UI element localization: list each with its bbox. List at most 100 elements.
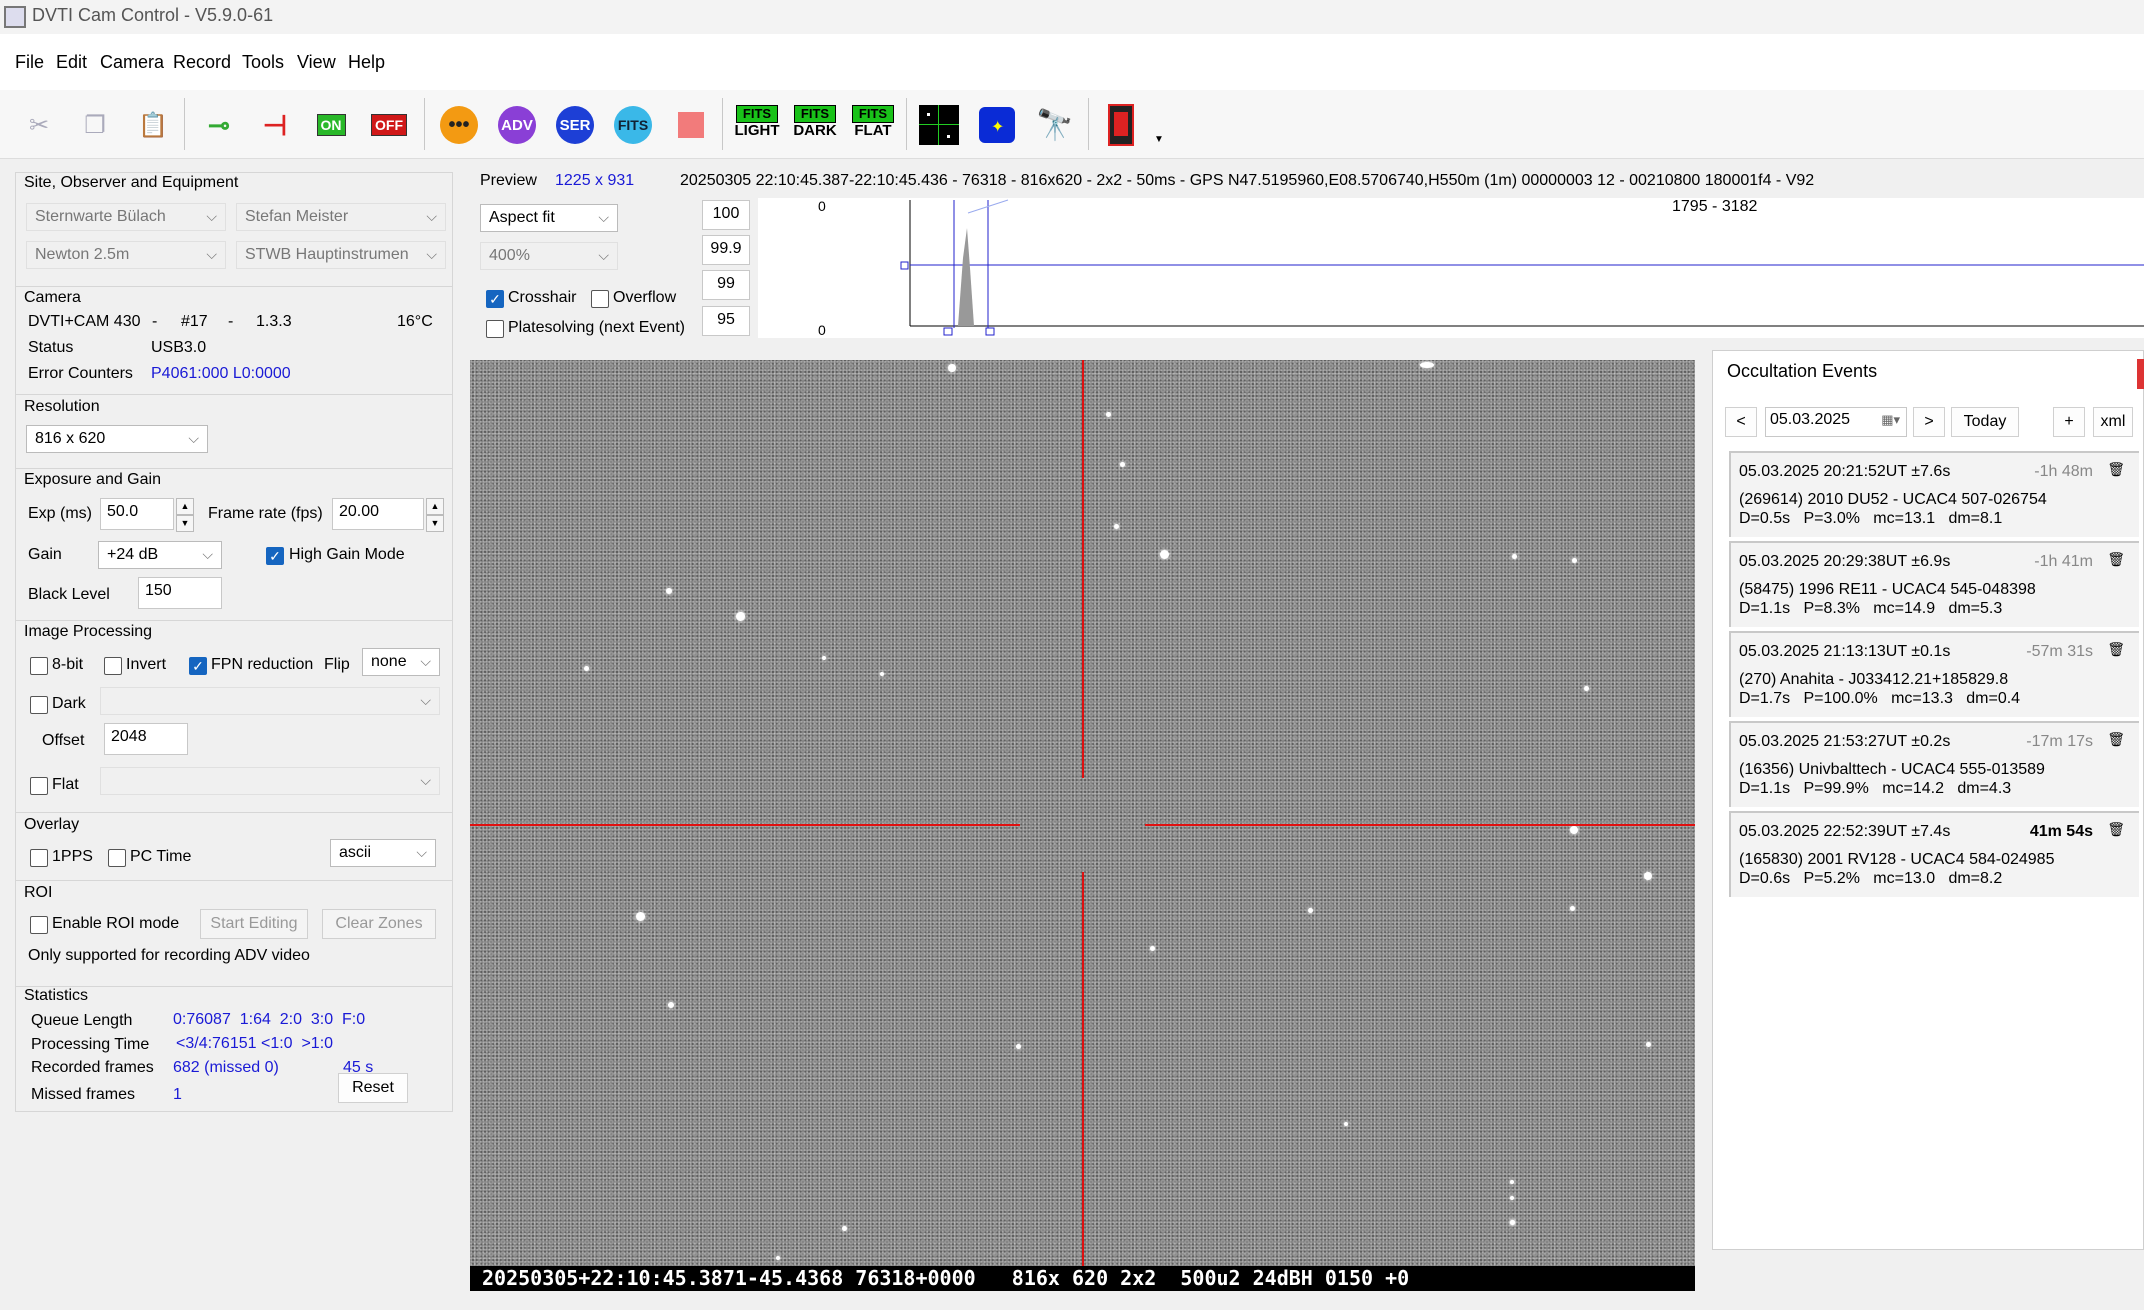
add-event-button[interactable]: + xyxy=(2053,407,2085,437)
star xyxy=(584,666,589,671)
high-gain-checkbox[interactable]: ✓ xyxy=(266,547,284,565)
camera-group: Camera DVTI+CAM 430 - #17 - 1.3.3 16°C S… xyxy=(15,286,453,396)
event-item[interactable]: 05.03.2025 21:53:27UT ±0.2s -17m 17s 🗑 (… xyxy=(1729,721,2139,807)
fit-mode-select[interactable]: Aspect fit ⌵ xyxy=(480,204,618,232)
gps-device-icon[interactable] xyxy=(1098,102,1144,148)
disconnect-plug-icon[interactable]: ⊣ xyxy=(252,102,298,148)
star xyxy=(666,588,672,594)
record-ser-icon[interactable]: SER xyxy=(552,102,598,148)
fpn-checkbox[interactable]: ✓ xyxy=(189,657,207,675)
trash-icon[interactable]: 🗑 xyxy=(2107,821,2125,838)
camera-on-icon[interactable]: ON xyxy=(308,102,354,148)
stepper-down-icon[interactable]: ▼ xyxy=(176,515,194,532)
paste-icon[interactable]: 📋 xyxy=(130,102,176,148)
platesolve-icon[interactable]: ✦ xyxy=(974,102,1020,148)
8bit-checkbox[interactable] xyxy=(30,657,48,675)
enable-roi-checkbox[interactable] xyxy=(30,916,48,934)
clear-zones-button[interactable]: Clear Zones xyxy=(322,909,436,939)
stepper-up-icon[interactable]: ▲ xyxy=(426,498,444,515)
record-fits-icon[interactable]: FITS xyxy=(610,102,656,148)
fps-input[interactable]: 20.00 xyxy=(332,498,424,530)
black-level-input[interactable]: 150 xyxy=(138,577,222,609)
pctime-checkbox[interactable] xyxy=(108,849,126,867)
gain-select[interactable]: +24 dB ⌵ xyxy=(98,541,222,569)
menu-help[interactable]: Help xyxy=(348,52,385,73)
event-item[interactable]: 05.03.2025 20:29:38UT ±6.9s -1h 41m 🗑 (5… xyxy=(1729,541,2139,627)
flat-file-select[interactable]: ⌵ xyxy=(100,767,440,795)
menu-edit[interactable]: Edit xyxy=(56,52,87,73)
trash-icon[interactable]: 🗑 xyxy=(2107,641,2125,658)
trash-icon[interactable]: 🗑 xyxy=(2107,461,2125,478)
window-title: DVTI Cam Control - V5.9.0-61 xyxy=(32,5,274,25)
stepper-up-icon[interactable]: ▲ xyxy=(176,498,194,515)
trash-icon[interactable]: 🗑 xyxy=(2107,551,2125,568)
stepper-down-icon[interactable]: ▼ xyxy=(426,515,444,532)
camera-number: #17 xyxy=(181,313,208,330)
star xyxy=(1120,462,1125,467)
star xyxy=(1510,1196,1514,1200)
histogram[interactable]: 0 0 1795 - 3182 xyxy=(758,198,2144,338)
trash-icon[interactable]: 🗑 xyxy=(2107,731,2125,748)
event-parameters: D=1.7s P=100.0% mc=13.3 dm=0.4 xyxy=(1739,690,2021,707)
previous-day-button[interactable]: < xyxy=(1725,407,1757,437)
fps-stepper[interactable]: ▲ ▼ xyxy=(426,498,444,532)
fits-flat-icon[interactable]: FITS FLAT xyxy=(850,102,896,148)
fits-light-icon[interactable]: FITS LIGHT xyxy=(734,102,780,148)
menu-record[interactable]: Record xyxy=(173,52,231,73)
panel-close-indicator[interactable] xyxy=(2137,359,2144,389)
start-editing-button[interactable]: Start Editing xyxy=(200,909,308,939)
flat-checkbox[interactable] xyxy=(30,777,48,795)
telescope-icon[interactable]: 🔭 xyxy=(1032,102,1078,148)
menu-camera[interactable]: Camera xyxy=(100,52,164,73)
stop-icon[interactable] xyxy=(668,102,714,148)
invert-checkbox[interactable] xyxy=(104,657,122,675)
observer-select[interactable]: Stefan Meister ⌵ xyxy=(236,203,446,231)
starfield-grid-icon[interactable] xyxy=(916,102,962,148)
fits-dark-icon[interactable]: FITS DARK xyxy=(792,102,838,148)
record-adv-icon[interactable]: ADV xyxy=(494,102,540,148)
site-select[interactable]: Sternwarte Bülach ⌵ xyxy=(26,203,226,231)
fits-light-label: LIGHT xyxy=(734,122,780,139)
calendar-icon[interactable]: ▦▾ xyxy=(1881,412,1900,428)
overlay-mode-select[interactable]: ascii ⌵ xyxy=(330,839,436,867)
connect-plug-icon[interactable]: ⊸ xyxy=(196,102,242,148)
exp-input[interactable]: 50.0 xyxy=(100,498,174,530)
menu-tools[interactable]: Tools xyxy=(242,52,284,73)
date-picker[interactable]: 05.03.2025 ▦▾ xyxy=(1765,407,1907,437)
crosshair-checkbox[interactable]: ✓ xyxy=(486,290,504,308)
zoom-select[interactable]: 400% ⌵ xyxy=(480,242,618,270)
exp-stepper[interactable]: ▲ ▼ xyxy=(176,498,194,532)
offset-input[interactable]: 2048 xyxy=(104,723,188,755)
chevron-down-icon: ⌵ xyxy=(426,208,437,224)
platesolving-checkbox[interactable] xyxy=(486,320,504,338)
chevron-down-icon: ⌵ xyxy=(188,430,199,446)
resolution-select[interactable]: 816 x 620 ⌵ xyxy=(26,425,208,453)
1pps-checkbox[interactable] xyxy=(30,849,48,867)
instrument-select[interactable]: STWB Hauptinstrumen ⌵ xyxy=(236,241,446,269)
reset-button[interactable]: Reset xyxy=(338,1073,408,1103)
overflow-checkbox[interactable] xyxy=(591,290,609,308)
event-item[interactable]: 05.03.2025 20:21:52UT ±7.6s -1h 48m 🗑 (2… xyxy=(1729,451,2139,537)
today-button[interactable]: Today xyxy=(1951,407,2019,437)
level-value-2[interactable]: 99.9 xyxy=(702,235,750,265)
record-dots-icon[interactable]: ••• xyxy=(436,102,482,148)
toolbar-overflow-icon[interactable]: ▼ xyxy=(1154,134,1164,145)
level-value-3[interactable]: 99 xyxy=(702,270,750,300)
telescope-select[interactable]: Newton 2.5m ⌵ xyxy=(26,241,226,269)
menu-view[interactable]: View xyxy=(297,52,336,73)
event-item[interactable]: 05.03.2025 22:52:39UT ±7.4s 41m 54s 🗑 (1… xyxy=(1729,811,2139,897)
event-item[interactable]: 05.03.2025 21:13:13UT ±0.1s -57m 31s 🗑 (… xyxy=(1729,631,2139,717)
level-value-4[interactable]: 95 xyxy=(702,306,750,336)
cut-icon[interactable]: ✂ xyxy=(16,102,62,148)
dark-file-select[interactable]: ⌵ xyxy=(100,687,440,715)
copy-icon[interactable]: ❐ xyxy=(72,102,118,148)
dark-checkbox[interactable] xyxy=(30,696,48,714)
menu-file[interactable]: File xyxy=(15,52,44,73)
next-day-button[interactable]: > xyxy=(1913,407,1945,437)
occultation-title: Occultation Events xyxy=(1727,361,1878,381)
camera-off-icon[interactable]: OFF xyxy=(366,102,412,148)
xml-button[interactable]: xml xyxy=(2093,407,2133,437)
camera-preview-image[interactable] xyxy=(470,360,1695,1291)
level-value-1[interactable]: 100 xyxy=(702,200,750,230)
flip-select[interactable]: none ⌵ xyxy=(362,648,440,676)
